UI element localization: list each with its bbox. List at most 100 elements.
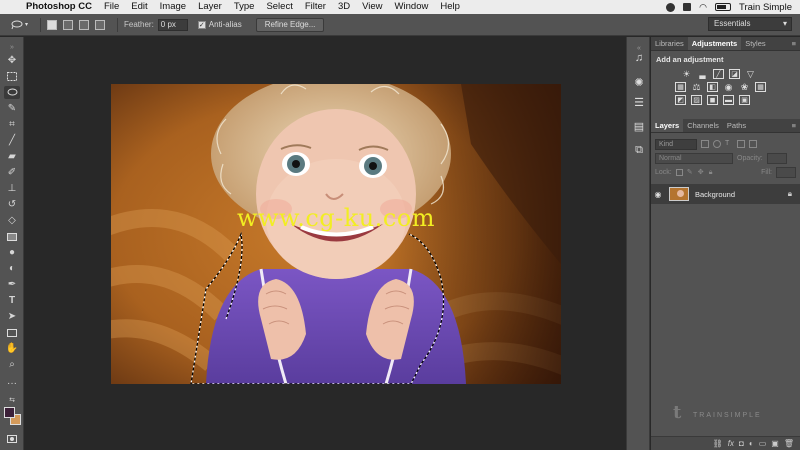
subtract-selection-icon[interactable] (79, 19, 89, 30)
hand-icon[interactable]: ✋ (4, 342, 20, 355)
record-icon[interactable] (683, 3, 692, 11)
quick-select-icon[interactable]: ✎ (4, 102, 20, 115)
intersect-selection-icon[interactable] (95, 19, 105, 30)
eyedropper-icon[interactable]: ╱ (4, 134, 20, 147)
levels-icon[interactable]: ▃ (697, 69, 708, 79)
menu-3d[interactable]: 3D (332, 0, 356, 14)
gradient-icon[interactable] (4, 230, 20, 243)
color-lookup-icon[interactable]: ▦ (755, 82, 766, 92)
menu-select[interactable]: Select (260, 0, 298, 14)
healing-icon[interactable]: ▰ (4, 150, 20, 163)
lock-position-icon[interactable]: ✥ (698, 169, 705, 176)
menu-help[interactable]: Help (434, 0, 466, 14)
path-select-icon[interactable]: ➤ (4, 310, 20, 323)
threshold-icon[interactable]: ◼ (707, 95, 718, 105)
layer-name[interactable]: Background (695, 190, 735, 199)
creative-cloud-icon[interactable] (666, 2, 676, 12)
filter-pixel-icon[interactable] (701, 140, 709, 148)
feather-input[interactable] (157, 18, 188, 31)
kind-filter-select[interactable]: Kind (655, 138, 697, 150)
document-canvas-area[interactable]: www.cg-ku.com (25, 37, 625, 450)
refine-edge-button[interactable]: Refine Edge... (255, 17, 325, 32)
layer-style-icon[interactable]: fx (728, 439, 734, 448)
visibility-eye-icon[interactable]: ◉ (651, 190, 665, 199)
menu-filter[interactable]: Filter (299, 0, 332, 14)
zoom-icon[interactable]: ⌕ (4, 358, 20, 371)
posterize-icon[interactable]: ▨ (691, 95, 702, 105)
brush-icon[interactable]: ✐ (4, 166, 20, 179)
blur-icon[interactable]: ● (4, 246, 20, 259)
history-brush-icon[interactable]: ↺ (4, 198, 20, 211)
channel-mixer-icon[interactable]: ❀ (739, 82, 750, 92)
invert-icon[interactable]: ◩ (675, 95, 686, 105)
dodge-icon[interactable]: ◐ (4, 262, 20, 275)
more-icon[interactable]: ··· (4, 377, 20, 390)
new-adjustment-icon[interactable]: ◐ (749, 439, 754, 448)
history-panel-icon[interactable]: ♫ (632, 51, 646, 65)
shape-icon[interactable] (4, 326, 20, 339)
curves-icon[interactable]: ╱ (713, 69, 724, 79)
selective-color-icon[interactable]: ▣ (739, 95, 750, 105)
menu-edit[interactable]: Edit (125, 0, 153, 14)
layer-lock-icon[interactable]: 🔒︎ (788, 189, 792, 199)
tab-libraries[interactable]: Libraries (651, 37, 688, 50)
stamp-icon[interactable]: ⊥ (4, 182, 20, 195)
menu-window[interactable]: Window (389, 0, 435, 14)
menu-type[interactable]: Type (228, 0, 261, 14)
tab-layers[interactable]: Layers (651, 119, 684, 132)
tab-channels[interactable]: Channels (683, 119, 723, 132)
workspace-select[interactable]: Essentials (708, 17, 792, 31)
brush-settings-icon[interactable]: ✺ (632, 75, 646, 89)
photo-filter-icon[interactable]: ◉ (723, 82, 734, 92)
lasso-icon[interactable] (4, 86, 20, 99)
filter-smart-icon[interactable] (749, 140, 757, 148)
menu-file[interactable]: File (98, 0, 125, 14)
panel-menu-icon[interactable]: ≡ (792, 37, 800, 50)
filter-adjustment-icon[interactable] (713, 140, 721, 148)
gradient-map-icon[interactable]: ▬ (723, 95, 734, 105)
layers-menu-icon[interactable]: ≡ (792, 119, 800, 132)
exposure-icon[interactable]: ◪ (729, 69, 740, 79)
battery-icon[interactable] (715, 3, 732, 11)
filter-shape-icon[interactable] (737, 140, 745, 148)
vibrance-icon[interactable]: ▽ (745, 69, 756, 79)
new-selection-icon[interactable] (47, 19, 57, 30)
delete-layer-icon[interactable]: 🗑︎ (784, 439, 794, 448)
menu-layer[interactable]: Layer (192, 0, 228, 14)
type-icon[interactable]: T (4, 294, 20, 307)
crop-icon[interactable]: ⌗ (4, 118, 20, 131)
swap-colors-icon[interactable]: ⇆ (4, 393, 20, 406)
new-layer-icon[interactable]: ▣ (771, 439, 779, 448)
layer-thumbnail[interactable] (669, 187, 689, 201)
hue-saturation-icon[interactable]: ▦ (675, 82, 686, 92)
tab-adjustments[interactable]: Adjustments (687, 37, 742, 50)
actions-panel-icon[interactable]: ▤ (632, 119, 646, 133)
antialias-checkbox[interactable]: ✓ (197, 20, 206, 29)
menu-image[interactable]: Image (154, 0, 192, 14)
opacity-input[interactable] (766, 152, 787, 164)
move-icon[interactable]: ✥ (4, 54, 20, 67)
blend-mode-select[interactable]: Normal (655, 152, 733, 164)
add-selection-icon[interactable] (63, 19, 73, 30)
new-group-icon[interactable]: ▭ (759, 439, 767, 448)
add-mask-icon[interactable]: ◘ (739, 439, 744, 448)
marquee-icon[interactable] (4, 70, 20, 83)
user-name[interactable]: Train Simple (739, 2, 792, 13)
menu-view[interactable]: View (356, 0, 388, 14)
eraser-icon[interactable]: ◇ (4, 214, 20, 227)
lock-all-icon[interactable]: 🔒︎ (709, 169, 716, 176)
tab-styles[interactable]: Styles (741, 37, 769, 50)
quick-mask-icon[interactable] (4, 432, 20, 445)
clone-source-icon[interactable]: ⧉ (632, 143, 646, 157)
pen-icon[interactable]: ✒ (4, 278, 20, 291)
lasso-tool-preset-icon[interactable]: ▾ (4, 17, 34, 33)
menu-app-name[interactable]: Photoshop CC (20, 0, 98, 14)
color-balance-icon[interactable]: ⚖ (691, 82, 702, 92)
wifi-icon[interactable]: ◠ (699, 2, 707, 13)
layer-row-background[interactable]: ◉ Background 🔒︎ (651, 184, 800, 204)
brightness-contrast-icon[interactable]: ☀ (681, 69, 692, 79)
properties-panel-icon[interactable]: ☰ (632, 95, 646, 109)
filter-type-icon[interactable]: T (725, 140, 733, 148)
tab-paths[interactable]: Paths (723, 119, 750, 132)
black-white-icon[interactable]: ◧ (707, 82, 718, 92)
